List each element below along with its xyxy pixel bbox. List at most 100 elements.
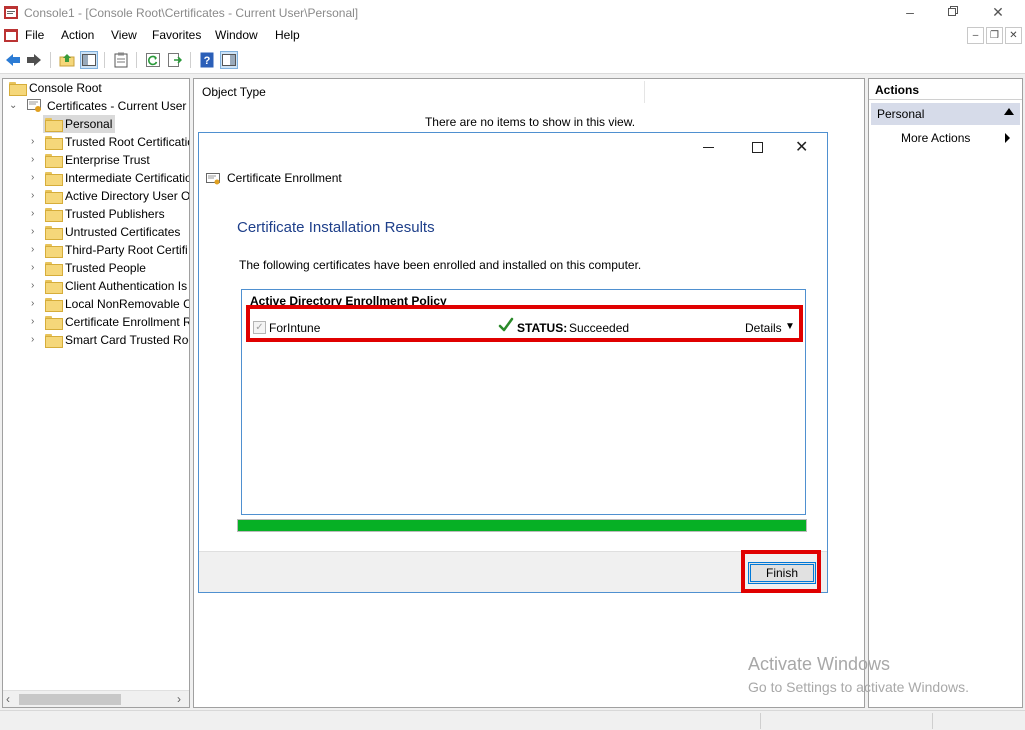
- tree-item-local-nonremovable[interactable]: › Local NonRemovable Ce: [3, 295, 189, 313]
- chevron-right-icon[interactable]: ›: [31, 241, 41, 259]
- tree-item-trusted-root[interactable]: › Trusted Root Certificatio: [3, 133, 189, 151]
- chevron-right-icon[interactable]: ›: [31, 223, 41, 241]
- dialog-maximize-button[interactable]: [752, 142, 763, 153]
- help-button[interactable]: ?: [198, 51, 216, 69]
- tree-item-personal[interactable]: Personal: [3, 115, 189, 133]
- refresh-icon: [146, 53, 160, 67]
- chevron-right-icon[interactable]: ›: [31, 151, 41, 169]
- tree-item-label: Intermediate Certificatio: [65, 171, 190, 185]
- folder-icon: [45, 172, 63, 186]
- dialog-close-button[interactable]: ✕: [795, 137, 808, 157]
- certificate-store-icon: [27, 99, 41, 112]
- menu-favorites[interactable]: Favorites: [152, 28, 201, 42]
- chevron-right-icon[interactable]: ›: [31, 133, 41, 151]
- column-divider[interactable]: [644, 81, 645, 103]
- tree-item-intermediate[interactable]: › Intermediate Certificatio: [3, 169, 189, 187]
- tree-item-trusted-people[interactable]: › Trusted People: [3, 259, 189, 277]
- properties-button[interactable]: [112, 51, 130, 69]
- more-actions-link[interactable]: More Actions: [901, 131, 970, 145]
- tree-item-untrusted[interactable]: › Untrusted Certificates: [3, 223, 189, 241]
- submenu-arrow-icon: [1005, 133, 1010, 143]
- chevron-right-icon[interactable]: ›: [31, 313, 41, 331]
- scrollbar-thumb[interactable]: [19, 694, 121, 705]
- tree-item-label: Local NonRemovable Ce: [65, 297, 190, 311]
- export-list-icon: [168, 53, 182, 67]
- tree-item-label: Trusted Publishers: [65, 207, 165, 221]
- chevron-right-icon[interactable]: ›: [31, 187, 41, 205]
- tree-item-certificates-current-user[interactable]: ⌄ Certificates - Current User: [7, 97, 187, 115]
- collapse-triangle-icon[interactable]: [1004, 108, 1014, 115]
- column-header-object-type[interactable]: Object Type: [202, 85, 266, 99]
- tree-item-client-authentication[interactable]: › Client Authentication Is: [3, 277, 189, 295]
- tree-item-trusted-publishers[interactable]: › Trusted Publishers: [3, 205, 189, 223]
- dialog-description: The following certificates have been enr…: [239, 258, 642, 272]
- window-title: Console1 - [Console Root\Certificates - …: [24, 6, 359, 20]
- tree-item-label: Console Root: [29, 81, 102, 95]
- enrollment-results-list: Active Directory Enrollment Policy ✓ For…: [241, 289, 806, 515]
- up-one-level-button[interactable]: [58, 51, 76, 69]
- highlight-box-finish: [741, 550, 821, 593]
- folder-icon: [45, 208, 63, 222]
- toolbar-separator: [136, 52, 137, 68]
- tree-item-label: Untrusted Certificates: [65, 225, 181, 239]
- dialog-minimize-button[interactable]: [703, 147, 714, 148]
- chevron-right-icon[interactable]: ›: [31, 259, 41, 277]
- forward-button[interactable]: [25, 51, 43, 69]
- refresh-button[interactable]: [144, 51, 162, 69]
- actions-group-personal[interactable]: Personal: [871, 103, 1020, 125]
- toolbar-separator: [50, 52, 51, 68]
- minimize-button[interactable]: –: [900, 4, 920, 20]
- folder-icon: [45, 118, 63, 132]
- forward-arrow-icon: [27, 54, 41, 66]
- chevron-down-icon[interactable]: ⌄: [9, 97, 19, 115]
- tree-item-label: Certificates - Current User: [47, 99, 187, 113]
- mmc-menu-icon[interactable]: [4, 29, 18, 42]
- menu-window[interactable]: Window: [215, 28, 258, 42]
- horizontal-scrollbar[interactable]: ‹ ›: [3, 690, 189, 707]
- chevron-right-icon[interactable]: ›: [31, 277, 41, 295]
- export-list-button[interactable]: [166, 51, 184, 69]
- mmc-app-icon: [4, 6, 18, 19]
- folder-icon: [9, 82, 27, 96]
- menu-view[interactable]: View: [111, 28, 137, 42]
- restore-icon: [948, 6, 958, 16]
- toolbar-separator: [190, 52, 191, 68]
- tree-item-smart-card-trusted-roots[interactable]: › Smart Card Trusted Roo: [3, 331, 189, 349]
- enrollment-progress-bar: [237, 519, 807, 532]
- tree-item-label: Third-Party Root Certifi: [65, 243, 188, 257]
- chevron-right-icon[interactable]: ›: [31, 295, 41, 313]
- actions-pane: Actions Personal More Actions: [868, 78, 1023, 708]
- menu-help[interactable]: Help: [275, 28, 300, 42]
- tree-item-enterprise-trust[interactable]: › Enterprise Trust: [3, 151, 189, 169]
- back-button[interactable]: [4, 51, 22, 69]
- show-hide-action-pane-button[interactable]: [220, 51, 238, 69]
- folder-icon: [45, 298, 63, 312]
- show-hide-console-tree-button[interactable]: [80, 51, 98, 69]
- restore-button[interactable]: [943, 4, 963, 20]
- folder-icon: [45, 244, 63, 258]
- close-window-button[interactable]: ✕: [988, 4, 1008, 20]
- chevron-right-icon[interactable]: ›: [31, 205, 41, 223]
- clipboard-icon: [114, 52, 128, 68]
- tree-item-third-party-root[interactable]: › Third-Party Root Certifi: [3, 241, 189, 259]
- tree-item-active-directory-user[interactable]: › Active Directory User Ob: [3, 187, 189, 205]
- menu-action[interactable]: Action: [61, 28, 94, 42]
- toolbar: ?: [0, 46, 1025, 74]
- highlight-box-certificate-row: [246, 305, 803, 342]
- tree-item-console-root[interactable]: Console Root: [7, 79, 187, 97]
- dialog-heading: Certificate Installation Results: [237, 219, 435, 236]
- menu-file[interactable]: File: [25, 28, 44, 42]
- scroll-right-icon[interactable]: ›: [177, 692, 181, 706]
- chevron-right-icon[interactable]: ›: [31, 331, 41, 349]
- chevron-right-icon[interactable]: ›: [31, 169, 41, 187]
- mdi-minimize-button[interactable]: –: [967, 27, 984, 44]
- dialog-footer: Finish: [199, 551, 827, 592]
- tree-item-label: Certificate Enrollment R: [65, 315, 190, 329]
- scroll-left-icon[interactable]: ‹: [6, 692, 10, 706]
- mdi-restore-button[interactable]: ❐: [986, 27, 1003, 44]
- mdi-close-button[interactable]: ✕: [1005, 27, 1022, 44]
- dialog-title: Certificate Enrollment: [227, 171, 342, 185]
- actions-pane-title: Actions: [869, 79, 1022, 100]
- empty-view-message: There are no items to show in this view.: [424, 115, 636, 129]
- tree-item-certificate-enrollment[interactable]: › Certificate Enrollment R: [3, 313, 189, 331]
